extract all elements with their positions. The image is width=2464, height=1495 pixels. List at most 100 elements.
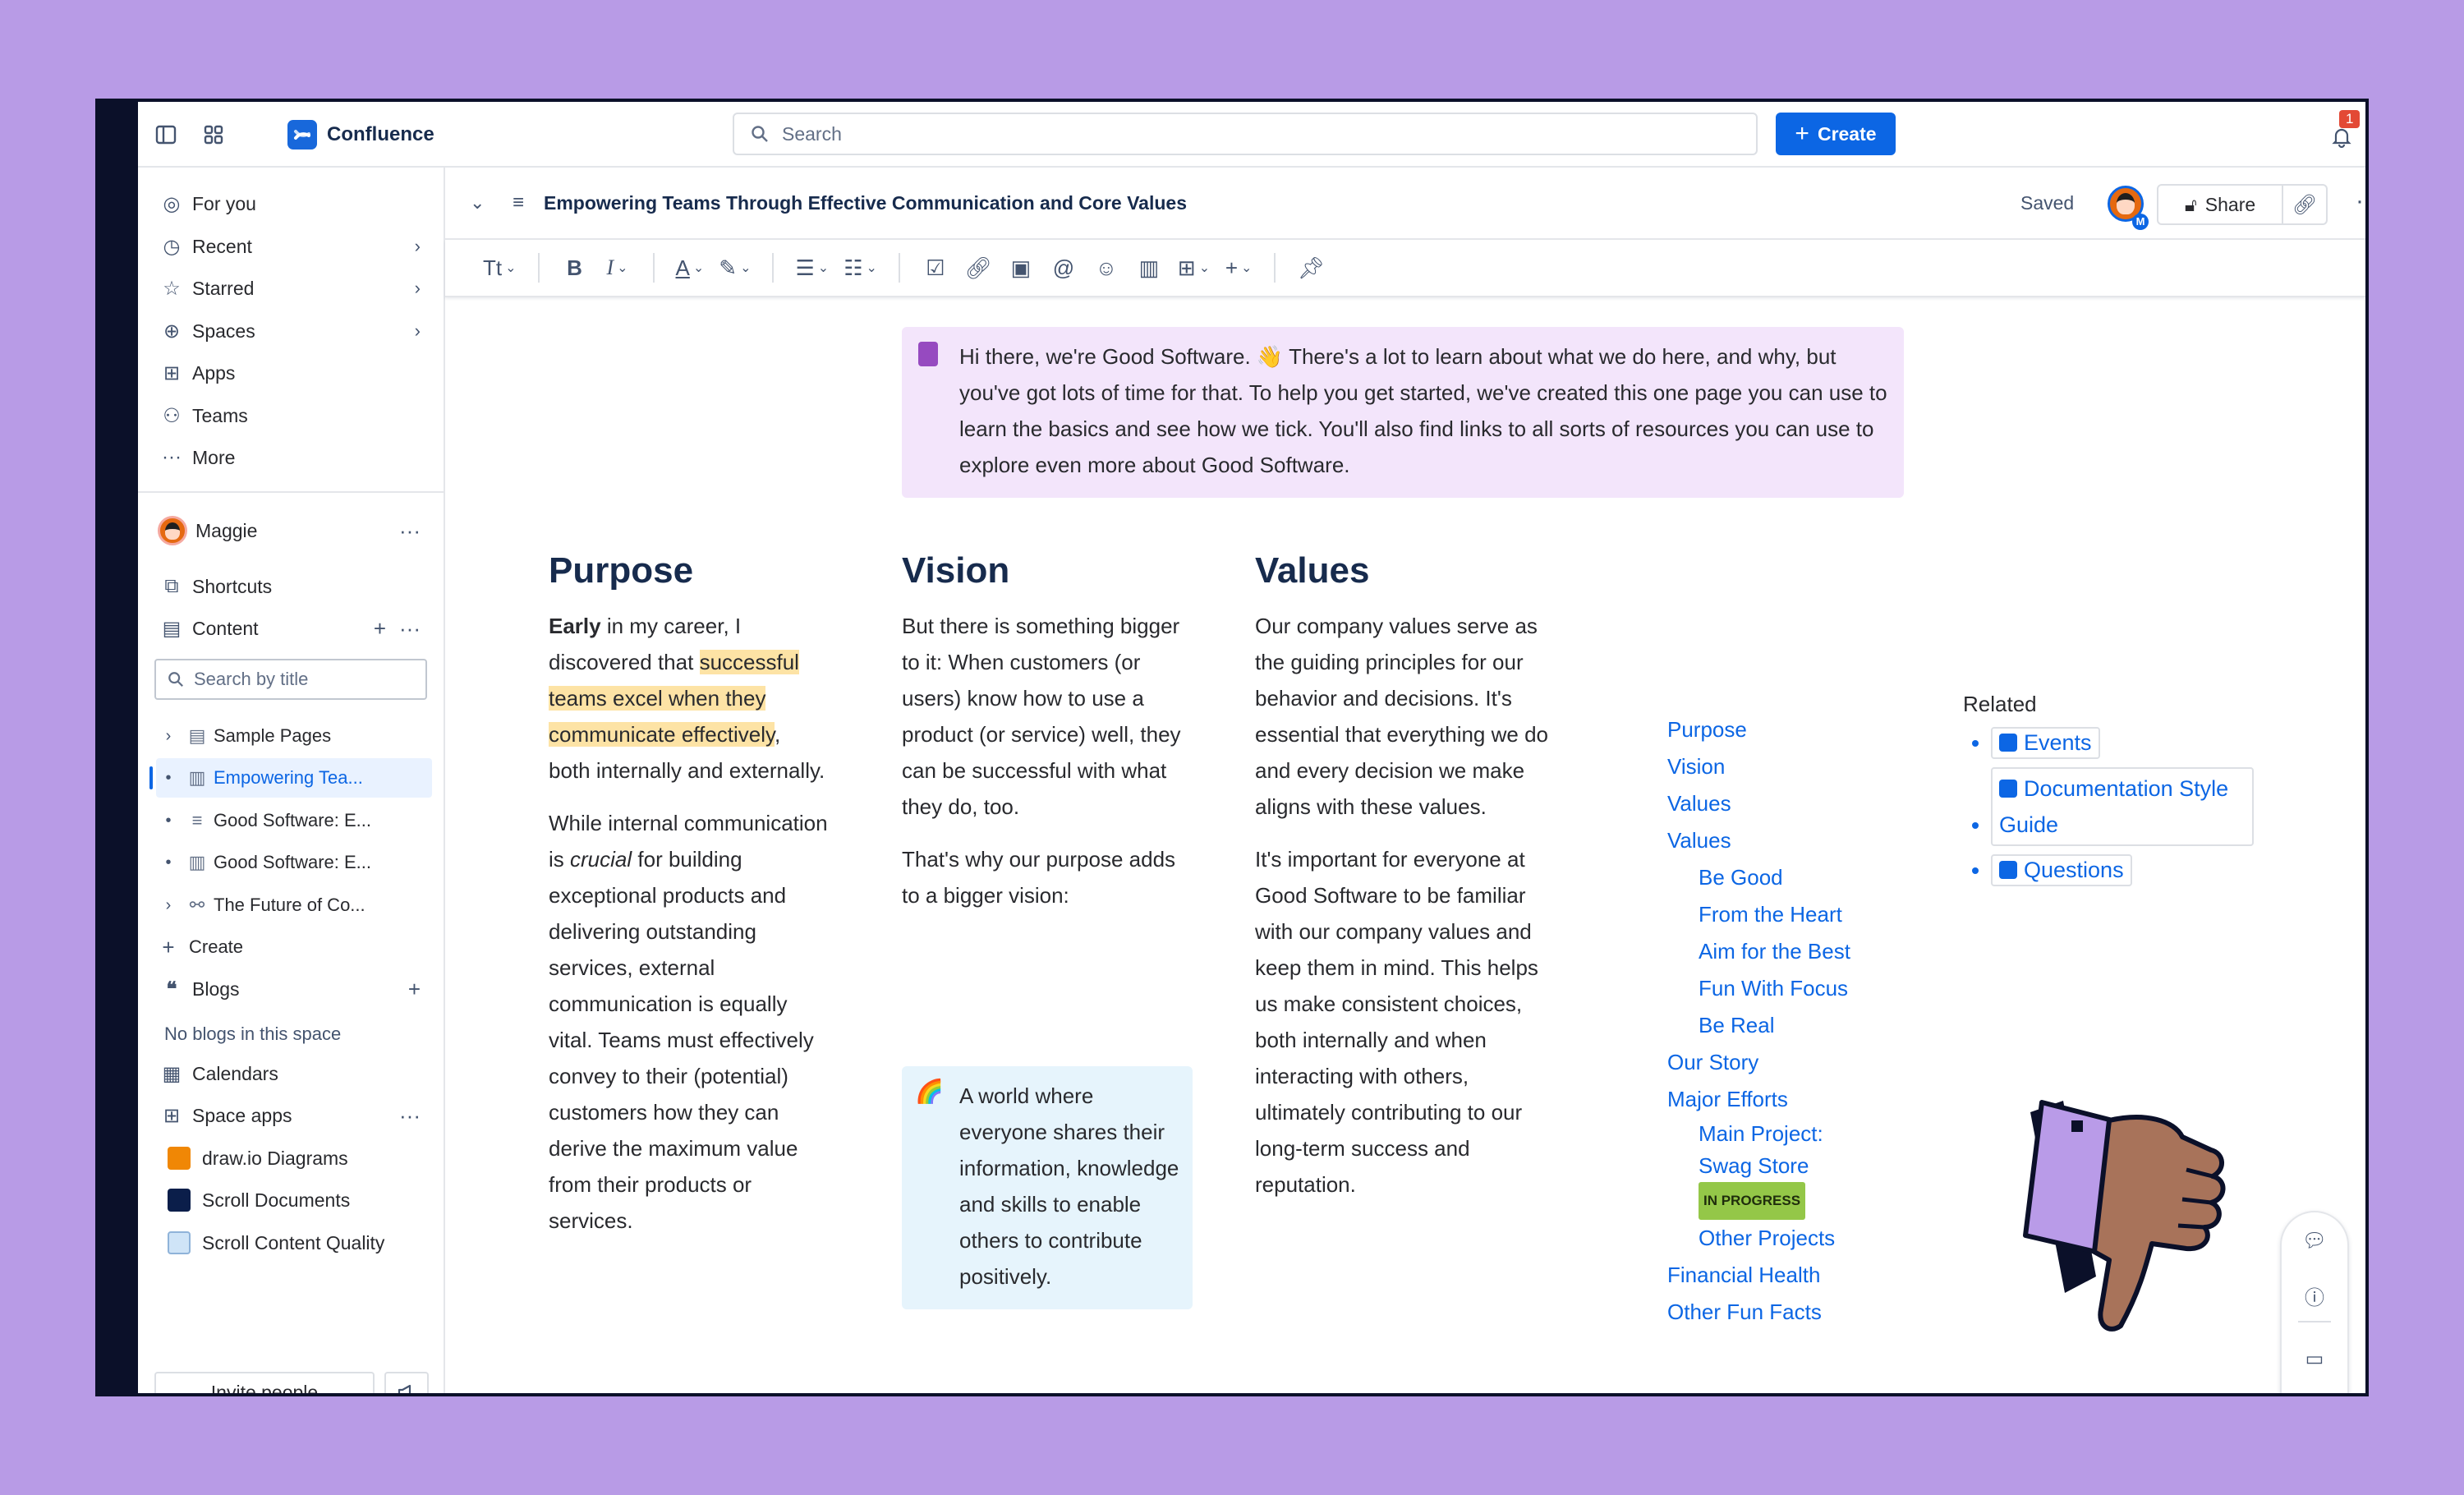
sidebar-app-scroll-content-quality[interactable]: Scroll Content Quality (149, 1225, 432, 1261)
share-button[interactable]: 🔓︎ Share (2158, 186, 2283, 223)
invite-people-button[interactable]: Invite people (154, 1372, 375, 1393)
toc-link[interactable]: Values (1667, 822, 1864, 859)
tree-item-good-software-2[interactable]: • ▥ Good Software: E... (156, 843, 432, 882)
insert-button[interactable]: + ⌄ (1220, 249, 1257, 287)
toc-link[interactable]: Other Fun Facts (1667, 1294, 1864, 1331)
toc-link[interactable]: Values (1667, 785, 1864, 822)
pin-toolbar-button[interactable]: 📌︎ (1292, 249, 1330, 287)
sidebar-item-label: Apps (192, 361, 236, 384)
bold-icon: B (567, 255, 582, 280)
chevron-right-icon[interactable]: › (415, 320, 421, 342)
sidebar-item-more[interactable]: ··· More (149, 439, 432, 476)
chevron-right-icon[interactable]: › (156, 727, 181, 746)
sidebar-item-shortcuts[interactable]: ⧉ Shortcuts (149, 568, 432, 605)
sidebar-item-recent[interactable]: ◷ Recent › (149, 228, 432, 264)
tree-item-future-of-co[interactable]: › ⚯ The Future of Co... (156, 886, 432, 925)
space-header[interactable]: Maggie ··· (149, 513, 432, 549)
text-color-button[interactable]: A ⌄ (671, 249, 710, 287)
feedback-button[interactable] (384, 1372, 429, 1393)
sidebar-item-content[interactable]: ▤ Content + ··· (149, 610, 432, 646)
app-window: Confluence Search + Create 1 ? ◎ For you … (95, 99, 2369, 1396)
tree-item-sample-pages[interactable]: › ▤ Sample Pages (156, 716, 432, 756)
toc-link[interactable]: Be Good (1699, 859, 1864, 896)
page-type-icon: ≡ (513, 191, 525, 214)
toc-link[interactable]: Financial Health (1667, 1257, 1864, 1294)
toc-link[interactable]: Our Story (1667, 1044, 1864, 1081)
table-button[interactable]: ⊞ ⌄ (1173, 249, 1215, 287)
text-style-icon: Tt (483, 255, 503, 280)
chevron-right-icon[interactable]: › (156, 896, 181, 915)
sidebar-item-starred[interactable]: ☆ Starred › (149, 270, 432, 306)
create-button[interactable]: + Create (1776, 113, 1896, 155)
sidebar-app-scroll-documents[interactable]: Scroll Documents (149, 1182, 432, 1218)
page-icon: ▤ (188, 725, 206, 746)
toc-link[interactable]: Aim for the Best (1699, 933, 1864, 970)
sidebar-app-label: draw.io Diagrams (202, 1147, 348, 1169)
alignment-button[interactable]: ☰ ⌄ (790, 249, 834, 287)
notification-badge: 1 (2339, 110, 2361, 128)
toolbar-separator (652, 253, 655, 283)
app-switcher-icon[interactable] (197, 118, 230, 151)
comment-icon[interactable]: 💬︎ (2282, 1229, 2347, 1253)
video-icon[interactable]: ▭ (2282, 1347, 2347, 1371)
space-apps-more-icon[interactable]: ··· (399, 1103, 421, 1129)
tree-item-good-software-1[interactable]: • ≡ Good Software: E... (156, 801, 432, 840)
related-link-questions[interactable]: Questions (1991, 854, 2132, 886)
content-more-icon[interactable]: ··· (399, 616, 421, 642)
sidebar-item-spaces[interactable]: ⊕ Spaces › (149, 313, 432, 349)
search-bar[interactable]: Search (733, 113, 1758, 155)
image-button[interactable]: ▣ (1002, 249, 1040, 287)
mention-button[interactable]: @ (1045, 249, 1083, 287)
bold-button[interactable]: B (556, 249, 594, 287)
related-link-documentation-style-guide[interactable]: Documentation Style Guide (1991, 767, 2254, 846)
toc-link[interactable]: Purpose (1667, 711, 1864, 748)
toc-link[interactable]: Vision (1667, 748, 1864, 785)
tree-item-label: Empowering Tea... (214, 767, 363, 788)
chevron-down-icon[interactable]: ⌄ (470, 192, 485, 214)
sidebar-item-for-you[interactable]: ◎ For you (149, 186, 432, 222)
task-button[interactable]: ☑ (917, 249, 954, 287)
highlight-button[interactable]: ✎ ⌄ (714, 249, 756, 287)
toc-link[interactable]: Be Real (1699, 1007, 1864, 1044)
content-icon: ▤ (162, 617, 182, 640)
link-button[interactable]: 🔗︎ (959, 249, 997, 287)
notifications-button[interactable]: 1 (2328, 110, 2361, 150)
add-content-icon[interactable]: + (374, 616, 386, 642)
tree-item-empowering-teams[interactable]: • ▥ Empowering Tea... (149, 758, 432, 798)
layout-button[interactable]: ▥ (1130, 249, 1168, 287)
add-blog-icon[interactable]: + (408, 977, 421, 1002)
sidebar-item-blogs[interactable]: ❝ Blogs + (149, 971, 432, 1007)
vision-panel-text: A world where everyone shares their info… (959, 1083, 1179, 1289)
sidebar-item-label: Content (192, 617, 259, 639)
content-search-placeholder: Search by title (194, 669, 309, 689)
sidebar-item-apps[interactable]: ⊞ Apps (149, 355, 432, 391)
copy-link-icon[interactable]: 🔗︎ (2283, 186, 2326, 223)
chevron-right-icon[interactable]: › (415, 278, 421, 299)
toc-link[interactable]: Fun With Focus (1699, 970, 1864, 1007)
sidebar-toggle-icon[interactable] (149, 118, 182, 151)
status-row: IN PROGRESS (1699, 1182, 1864, 1220)
sidebar-item-label: Starred (192, 277, 255, 299)
confluence-logo[interactable]: Confluence (287, 120, 434, 150)
status-lozenge: IN PROGRESS (1699, 1182, 1806, 1220)
text-style-button[interactable]: Tt ⌄ (478, 249, 522, 287)
space-more-icon[interactable]: ··· (399, 518, 421, 544)
toc-link[interactable]: Other Projects (1699, 1220, 1864, 1257)
toolbar-separator (772, 253, 775, 283)
emoji-button[interactable]: ☺ (1087, 249, 1125, 287)
related-link-events[interactable]: Events (1991, 727, 2100, 759)
list-button[interactable]: ☷ ⌄ (839, 249, 882, 287)
content-search-input[interactable]: Search by title (154, 659, 427, 700)
sidebar-app-drawio[interactable]: draw.io Diagrams (149, 1140, 432, 1176)
toc-link[interactable]: Major Efforts (1667, 1081, 1864, 1118)
sidebar-item-space-apps[interactable]: ⊞ Space apps ··· (149, 1097, 432, 1134)
sidebar-item-calendars[interactable]: ▦ Calendars (149, 1056, 432, 1092)
sidebar-item-teams[interactable]: ⚇ Teams (149, 398, 432, 434)
more-actions-icon[interactable]: ··· (2356, 187, 2365, 215)
toc-link[interactable]: Main Project: Swag Store (1699, 1118, 1846, 1182)
tree-create-button[interactable]: + Create (156, 927, 432, 967)
info-icon[interactable]: ⓘ (2282, 1281, 2347, 1310)
toc-link[interactable]: From the Heart (1699, 896, 1864, 933)
italic-button[interactable]: I ⌄ (599, 249, 637, 287)
chevron-right-icon[interactable]: › (415, 236, 421, 257)
